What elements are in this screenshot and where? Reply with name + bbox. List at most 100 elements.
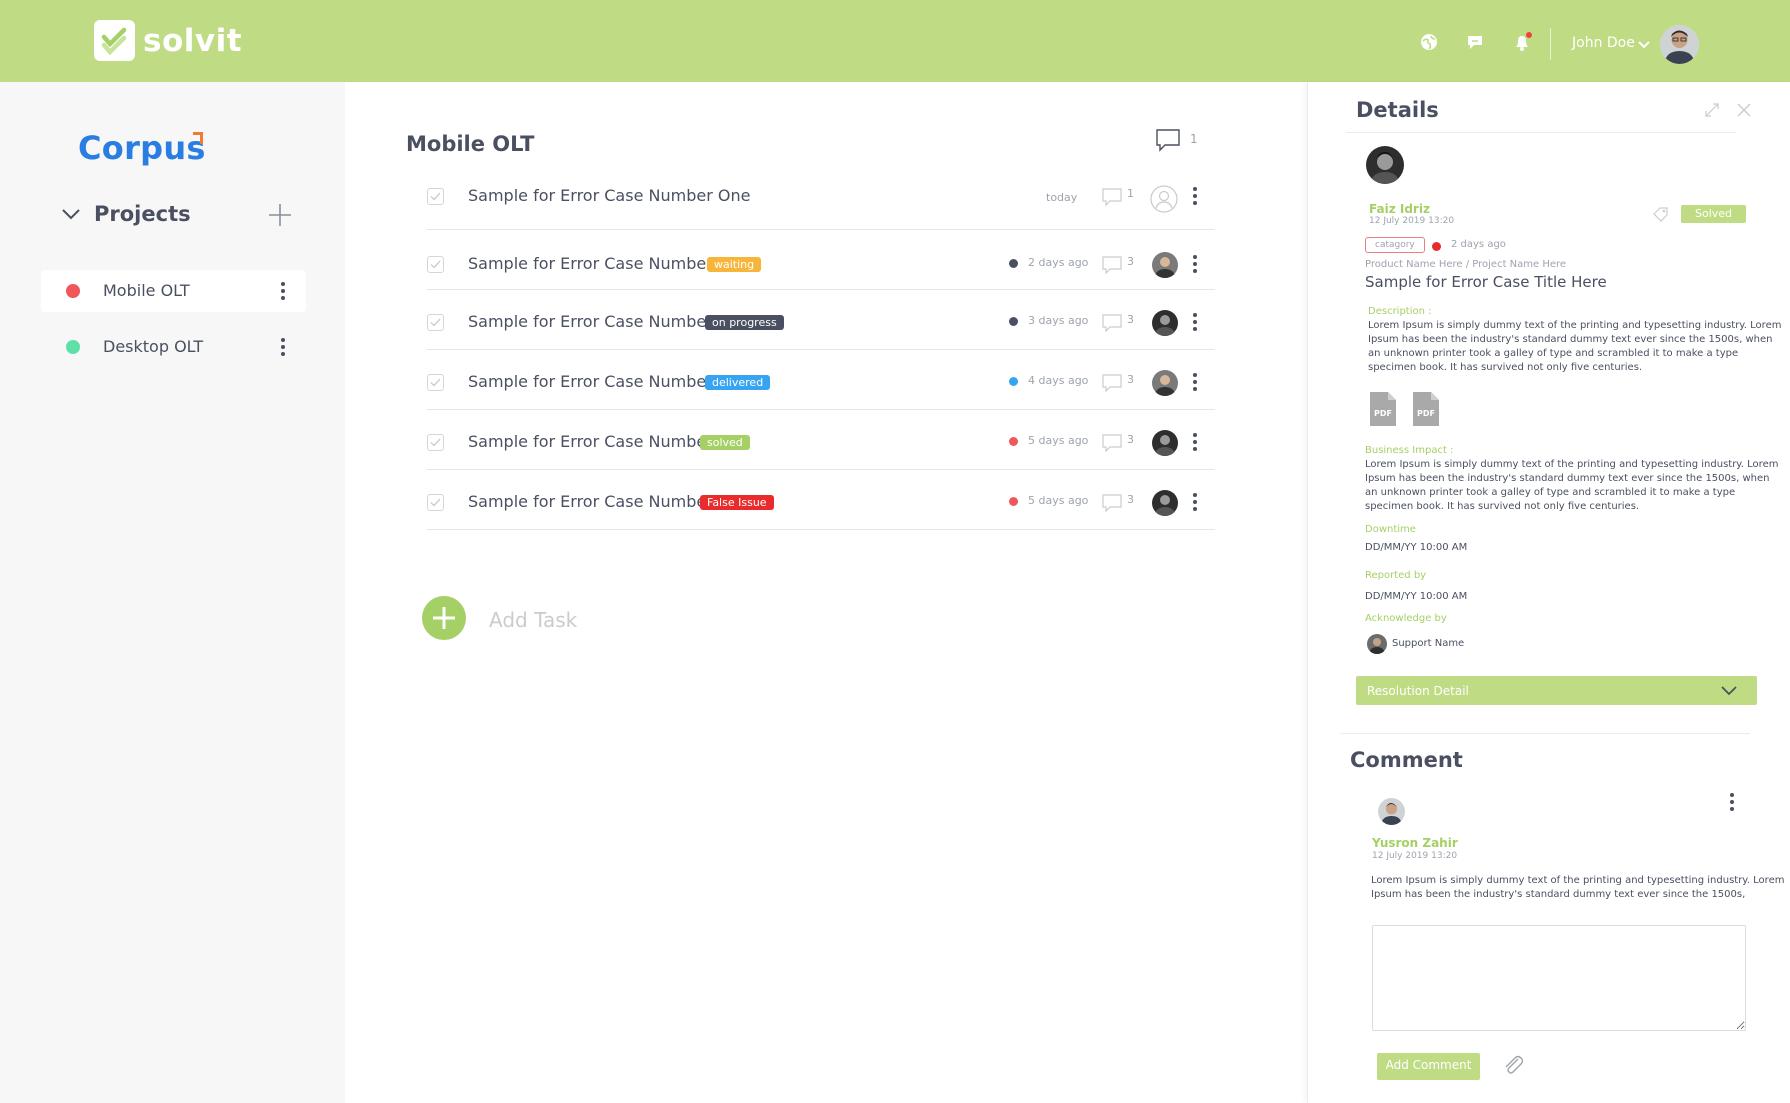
globe-icon[interactable] — [1419, 32, 1441, 54]
comment-icon[interactable] — [1101, 187, 1123, 211]
more-vertical-icon[interactable] — [1193, 373, 1197, 394]
comment-icon[interactable] — [1101, 255, 1123, 279]
details-panel: Details Faiz Idriz 12 July 2019 13:20 So… — [1307, 82, 1790, 1103]
sidebar: Corpus Projects Mobile OLT Desktop OLT — [0, 82, 345, 1103]
task-row[interactable]: Sample for Error Case Number Five False I… — [427, 470, 1215, 530]
close-icon[interactable] — [1736, 102, 1752, 122]
task-checkbox[interactable] — [427, 314, 444, 331]
pdf-attachment-icon[interactable]: PDF — [1369, 391, 1397, 431]
comment-icon[interactable] — [1101, 493, 1123, 517]
chevron-down-icon — [1719, 683, 1739, 702]
task-checkbox[interactable] — [427, 256, 444, 273]
reported-date: 12 July 2019 13:20 — [1369, 216, 1455, 226]
bell-icon[interactable] — [1511, 32, 1533, 54]
tag-icon[interactable] — [1652, 206, 1670, 226]
unassigned-user-icon[interactable] — [1150, 185, 1178, 213]
page-title: Mobile OLT — [406, 132, 535, 156]
svg-text:PDF: PDF — [1417, 409, 1435, 418]
more-vertical-icon[interactable] — [1730, 793, 1734, 814]
task-checkbox[interactable] — [427, 188, 444, 205]
company-logo: Corpus — [78, 129, 206, 167]
assignee-avatar[interactable] — [1152, 370, 1178, 396]
more-vertical-icon[interactable] — [1193, 187, 1197, 208]
reporter-avatar — [1366, 146, 1404, 184]
comment-icon[interactable] — [1101, 313, 1123, 337]
assignee-avatar[interactable] — [1152, 252, 1178, 278]
reported-by-value: DD/MM/YY 10:00 AM — [1365, 591, 1468, 602]
pdf-attachment-icon[interactable]: PDF — [1412, 391, 1440, 431]
task-checkbox[interactable] — [427, 374, 444, 391]
support-avatar — [1367, 634, 1387, 654]
comment-icon[interactable] — [1101, 433, 1123, 457]
assignee-avatar[interactable] — [1152, 310, 1178, 336]
more-vertical-icon[interactable] — [281, 338, 285, 359]
status-badge: False Issue — [700, 495, 774, 510]
details-title: Details — [1356, 98, 1439, 122]
user-avatar[interactable] — [1660, 25, 1699, 64]
brand-logo[interactable]: solvit — [94, 20, 242, 61]
task-time: 2 days ago — [1028, 256, 1089, 269]
status-dot — [1009, 259, 1018, 268]
comment-count: 3 — [1127, 313, 1134, 326]
impact-text: Lorem Ipsum is simply dummy text of the … — [1365, 459, 1779, 512]
chat-icon[interactable] — [1465, 32, 1487, 54]
projects-title: Projects — [94, 202, 191, 226]
more-vertical-icon[interactable] — [1193, 255, 1197, 276]
task-time: today — [1046, 191, 1078, 204]
comment-count: 3 — [1127, 373, 1134, 386]
task-time: 3 days ago — [1028, 314, 1089, 327]
project-color-dot — [66, 340, 80, 354]
task-row[interactable]: Sample for Error Case Number One today 1 — [427, 170, 1215, 230]
comment-icon[interactable] — [1101, 373, 1123, 397]
task-row[interactable]: Sample for Error Case Number Four deliver… — [427, 350, 1215, 410]
assignee-avatar[interactable] — [1152, 430, 1178, 456]
task-row[interactable]: Sample for Error Case Number Two waiting 2… — [427, 230, 1215, 290]
assignee-avatar[interactable] — [1152, 490, 1178, 516]
task-checkbox[interactable] — [427, 494, 444, 511]
expand-icon[interactable] — [1704, 102, 1720, 122]
more-vertical-icon[interactable] — [1193, 433, 1197, 454]
task-title[interactable]: Sample for Error Case Number One — [468, 186, 750, 205]
comment-date: 12 July 2019 13:20 — [1372, 851, 1458, 861]
acknowledge-label: Acknowledge by — [1365, 613, 1447, 624]
sidebar-item-label: Desktop OLT — [103, 337, 204, 356]
sidebar-item-desktop-olt[interactable]: Desktop OLT — [41, 326, 306, 368]
task-time: 4 days ago — [1028, 374, 1089, 387]
task-row[interactable]: Sample for Error Case Number Three on pro… — [427, 290, 1215, 350]
commenter-name: Yusron Zahir — [1372, 836, 1458, 850]
add-task-button[interactable] — [422, 596, 466, 640]
reported-by-label: Reported by — [1365, 570, 1427, 581]
downtime-value: DD/MM/YY 10:00 AM — [1365, 542, 1468, 553]
task-row[interactable]: Sample for Error Case Number Five solved 5… — [427, 410, 1215, 470]
paperclip-icon[interactable] — [1501, 1053, 1525, 1081]
comment-icon[interactable] — [1155, 128, 1181, 156]
impact-label: Business Impact : — [1365, 445, 1454, 456]
user-name[interactable]: John Doe — [1572, 35, 1635, 51]
chevron-down-icon[interactable] — [1637, 36, 1651, 55]
more-vertical-icon[interactable] — [281, 282, 285, 303]
task-time: 5 days ago — [1028, 494, 1089, 507]
resolution-label: Resolution Detail — [1367, 684, 1469, 698]
task-checkbox[interactable] — [427, 434, 444, 451]
resolution-detail-toggle[interactable]: Resolution Detail — [1356, 676, 1757, 705]
svg-text:PDF: PDF — [1374, 409, 1392, 418]
status-dot — [1009, 437, 1018, 446]
status-dot — [1009, 317, 1018, 326]
status-badge: Solved — [1681, 205, 1746, 223]
commenter-avatar — [1378, 798, 1405, 825]
add-comment-button[interactable]: Add Comment — [1377, 1053, 1480, 1080]
chevron-down-icon[interactable] — [60, 206, 82, 226]
description-label: Description : — [1368, 306, 1432, 317]
add-project-icon[interactable] — [267, 202, 293, 232]
comment-count: 1 — [1127, 187, 1134, 200]
comment-input[interactable] — [1372, 925, 1746, 1031]
projects-header: Projects — [60, 200, 300, 230]
add-task-label[interactable]: Add Task — [489, 608, 577, 632]
status-dot — [1009, 497, 1018, 506]
more-vertical-icon[interactable] — [1193, 313, 1197, 334]
sidebar-item-mobile-olt[interactable]: Mobile OLT — [41, 270, 306, 312]
category-badge: catagory — [1365, 237, 1425, 253]
more-vertical-icon[interactable] — [1193, 493, 1197, 514]
task-title[interactable]: Sample for Error Case Number Two — [468, 254, 748, 273]
comment-title: Comment — [1350, 748, 1463, 772]
